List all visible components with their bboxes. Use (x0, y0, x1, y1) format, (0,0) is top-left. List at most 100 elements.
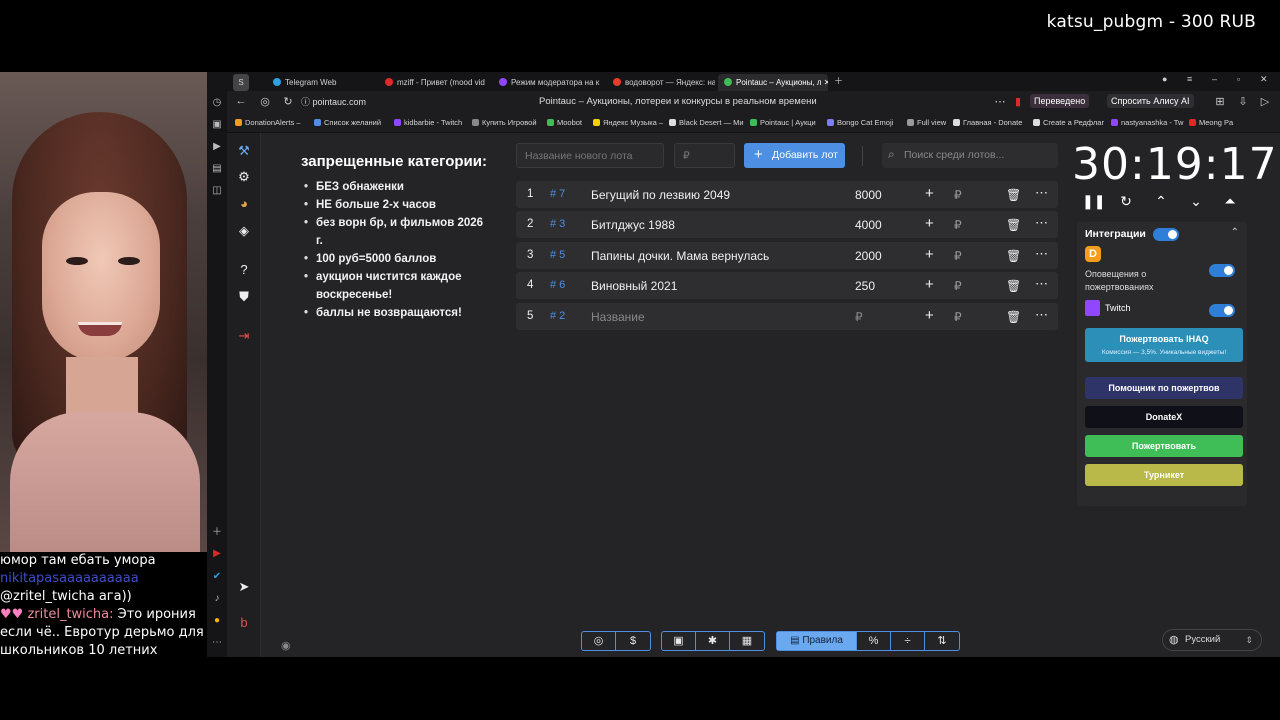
bookmark-item[interactable]: Bongo Cat Emoji (827, 118, 893, 127)
notes-icon[interactable]: ▤ (209, 161, 225, 177)
lot-row[interactable]: 2 # 3 Битлджус 1988 4000 + ₽ 🗑 ⋯ (516, 211, 1058, 239)
double-up-icon[interactable]: ⏶ (1220, 193, 1240, 210)
translate-icon[interactable]: ⊞ (1212, 95, 1228, 108)
workspace-icon[interactable]: S (233, 74, 249, 91)
download-icon[interactable]: ⇩ (1235, 95, 1251, 108)
donationalerts-toggle[interactable] (1209, 264, 1235, 277)
bookmark-item[interactable]: nastyanashka - Tw (1111, 118, 1183, 127)
bookmark-item[interactable]: Pointauc | Аукци (750, 118, 816, 127)
trash-icon[interactable]: 🗑 (1006, 249, 1021, 263)
home-icon[interactable]: ◎ (257, 95, 273, 108)
split-icon[interactable]: ÷ (891, 632, 925, 650)
lot-row[interactable]: 5 # 2 Название ₽ + ₽ 🗑 ⋯ (516, 302, 1058, 330)
more-icon[interactable]: ⋯ (1035, 246, 1048, 262)
screenshot-icon[interactable]: ◫ (209, 183, 225, 199)
help-icon[interactable]: ? (234, 260, 254, 280)
ask-alice-button[interactable]: Спросить Алису AI (1107, 94, 1194, 108)
collections-icon[interactable]: ▣ (209, 117, 225, 133)
add-amount-icon[interactable]: + (925, 185, 934, 202)
tiktok-icon[interactable]: ♪ (209, 591, 225, 607)
bookmark-item[interactable]: Главная - Donate (953, 118, 1022, 127)
lot-row[interactable]: 3 # 5 Папины дочки. Мама вернулась 2000 … (516, 241, 1058, 269)
tab-youtube[interactable]: mziff - Привет (mood vid (379, 74, 487, 91)
boosty-icon[interactable]: b (234, 613, 254, 633)
shield-icon[interactable]: ⛊ (234, 287, 254, 307)
lot-add-input[interactable]: ₽ (954, 218, 962, 232)
lot-amount[interactable]: 4000 (855, 218, 882, 232)
more-options-icon[interactable]: ⋯ (992, 95, 1008, 108)
chevron-up-icon[interactable]: ⌃ (1231, 227, 1239, 238)
add-amount-icon[interactable]: + (925, 246, 934, 263)
integrations-toggle[interactable] (1153, 228, 1179, 241)
trash-icon[interactable]: 🗑 (1006, 188, 1021, 202)
search-lots-input[interactable]: ⌕ Поиск среди лотов... (882, 143, 1058, 168)
app-icon[interactable]: ● (209, 613, 225, 629)
reload-icon[interactable]: ↻ (280, 95, 296, 108)
add-amount-icon[interactable]: + (925, 276, 934, 293)
url-field[interactable]: ⓘ pointauc.com (301, 95, 366, 108)
extensions-icon[interactable]: ▷ (1257, 95, 1273, 108)
bug-icon[interactable]: ✱ (696, 632, 730, 650)
lot-row[interactable]: 1 # 7 Бегущий по лезвию 2049 8000 + ₽ 🗑 … (516, 181, 1058, 208)
lot-name[interactable]: Бегущий по лезвию 2049 (591, 188, 730, 202)
turnstile-button[interactable]: Турникет (1085, 464, 1243, 486)
sort-icon[interactable]: ⇅ (925, 632, 959, 650)
dollar-icon[interactable]: $ (616, 632, 650, 650)
more-icon[interactable]: ⋯ (1035, 215, 1048, 231)
tab-pointauc[interactable]: Pointauc – Аукционы, л ✕ (718, 74, 828, 91)
bookmark-item[interactable]: Список желаний (314, 118, 381, 127)
maximize-icon[interactable]: ▫ (1237, 74, 1240, 84)
bookmark-item[interactable]: Купить Игровой (472, 118, 537, 127)
donate-button[interactable]: Пожертвовать (1085, 435, 1243, 457)
more-icon[interactable]: ⋯ (1035, 185, 1048, 201)
eye-icon[interactable]: ◉ (281, 639, 291, 652)
more-icon[interactable]: ⋯ (209, 635, 225, 651)
profile-icon[interactable]: ● (1162, 74, 1167, 84)
bookmark-item[interactable]: Moobot (547, 118, 582, 127)
new-tab-icon[interactable]: ＋ (834, 74, 843, 87)
lot-name[interactable]: Папины дочки. Мама вернулась (591, 249, 769, 263)
youtube-icon[interactable]: ▶ (209, 546, 225, 562)
lot-amount[interactable]: 250 (855, 279, 875, 293)
rules-button[interactable]: ▤ Правила (777, 632, 857, 650)
logout-icon[interactable]: ⇥ (234, 326, 254, 346)
close-window-icon[interactable]: ✕ (1260, 74, 1268, 85)
lot-amount-input[interactable]: ₽ (855, 310, 863, 324)
add-amount-icon[interactable]: + (925, 215, 934, 232)
translated-badge[interactable]: Переведено (1030, 94, 1090, 108)
new-lot-name-input[interactable]: Название нового лота (516, 143, 664, 168)
bookmark-item[interactable]: kidbarbie - Twitch (394, 118, 462, 127)
chevron-up-icon[interactable]: ⌃ (1151, 193, 1171, 210)
settings-icon[interactable]: ⚙ (234, 167, 254, 187)
donatex-button[interactable]: DonateX (1085, 406, 1243, 428)
lot-name[interactable]: Битлджус 1988 (591, 218, 675, 232)
tab-twitch-moderator[interactable]: Режим модератора на к (493, 74, 601, 91)
lot-name[interactable]: Виновный 2021 (591, 279, 677, 293)
trash-icon[interactable]: 🗑 (1006, 279, 1021, 293)
reset-icon[interactable]: ↻ (1116, 193, 1136, 210)
telegram-icon[interactable]: ➤ (234, 577, 254, 597)
lot-add-input[interactable]: ₽ (954, 279, 962, 293)
bookmark-item[interactable]: Full view (907, 118, 946, 127)
new-lot-price-input[interactable]: ₽ (674, 143, 735, 168)
wheel-icon[interactable]: ◕ (234, 194, 254, 214)
menu-icon[interactable]: ≡ (1187, 74, 1192, 84)
bookmark-item[interactable]: Яндекс Музыка – (593, 118, 663, 127)
hammer-icon[interactable]: ⚒ (234, 141, 254, 161)
donate-ihaq-button[interactable]: Пожертвовать IHAQ Комиссия — 3,5%. Уникал… (1085, 328, 1243, 362)
bookmark-item[interactable]: Meong Pa (1189, 118, 1233, 127)
save-icon[interactable]: ▣ (662, 632, 696, 650)
close-tab-icon[interactable]: ✕ (824, 78, 828, 87)
bookmark-item[interactable]: DonationAlerts – (235, 118, 300, 127)
percent-icon[interactable]: % (857, 632, 891, 650)
clear-icon[interactable]: ▦ (730, 632, 764, 650)
add-amount-icon[interactable]: + (925, 307, 934, 324)
lot-amount[interactable]: 2000 (855, 249, 882, 263)
tab-telegram[interactable]: Telegram Web (267, 74, 372, 91)
lot-add-input[interactable]: ₽ (954, 188, 962, 202)
play-icon[interactable]: ▶ (209, 139, 225, 155)
trash-icon[interactable]: 🗑 (1006, 218, 1021, 232)
layers-icon[interactable]: ◈ (234, 221, 254, 241)
lot-name-input[interactable]: Название (591, 310, 645, 324)
lot-add-input[interactable]: ₽ (954, 249, 962, 263)
